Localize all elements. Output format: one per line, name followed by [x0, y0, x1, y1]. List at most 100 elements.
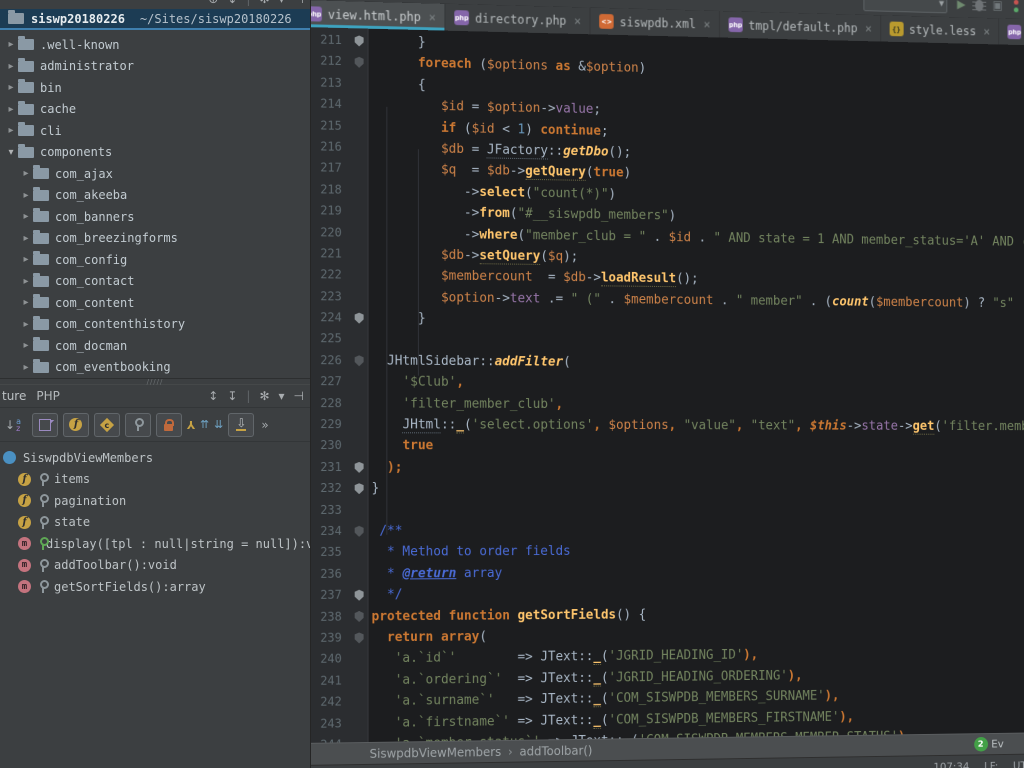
event-log-badge[interactable]: 2: [974, 737, 988, 752]
gutter-marker-icon[interactable]: [355, 632, 364, 643]
file-encoding-indicator[interactable]: UTF: [1013, 759, 1024, 768]
tab-view.html.php[interactable]: phpview.html.php×: [298, 0, 446, 31]
chevron-right-icon[interactable]: ▸: [19, 297, 33, 308]
gutter-marker-icon[interactable]: [355, 355, 364, 366]
code-line[interactable]: 230 true: [298, 435, 1024, 457]
gutter-marker-icon[interactable]: [355, 483, 364, 494]
tree-item-com_content[interactable]: ▸com_content: [0, 292, 310, 314]
chevron-right-icon[interactable]: ▸: [4, 125, 18, 136]
code-editor[interactable]: 211 }212 foreach ($options as &$option)2…: [298, 27, 1024, 743]
tree-item-com_akeeba[interactable]: ▸com_akeeba: [0, 185, 310, 207]
chevron-right-icon[interactable]: ▸: [19, 362, 33, 373]
chevron-right-icon[interactable]: ▸: [4, 82, 18, 93]
tree-item-.well-known[interactable]: ▸.well-known: [0, 34, 310, 56]
structure-member-row[interactable]: fpagination: [0, 490, 310, 512]
chevron-right-icon[interactable]: ▸: [19, 340, 33, 351]
close-icon[interactable]: ×: [865, 21, 872, 35]
code-line[interactable]: 234 /**: [298, 519, 1024, 542]
panel-splitter[interactable]: /////: [0, 378, 310, 385]
refresh-icon[interactable]: ⊕: [208, 0, 218, 6]
tab-directory.php[interactable]: phpdirectory.php×: [446, 4, 591, 34]
chevron-right-icon[interactable]: ▸: [4, 61, 18, 72]
show-supertypes-icon[interactable]: Y: [187, 418, 195, 431]
gear-icon[interactable]: ✻: [259, 389, 269, 403]
coverage-icon[interactable]: ▣: [992, 0, 1002, 14]
expand-all-icon[interactable]: ⇈: [200, 418, 209, 431]
gutter-marker-icon[interactable]: [355, 611, 364, 622]
code-line[interactable]: 231 );: [298, 457, 1024, 479]
collapse-panel-icon[interactable]: ↧: [227, 389, 237, 403]
expand-panel-icon[interactable]: ↕: [208, 389, 218, 403]
tab-tmpl/default.php[interactable]: phptmpl/default.php×: [720, 11, 881, 41]
close-icon[interactable]: ×: [984, 24, 991, 38]
tree-item-com_ajax[interactable]: ▸com_ajax: [0, 163, 310, 185]
tree-item-com_banners[interactable]: ▸com_banners: [0, 206, 310, 228]
structure-member-row[interactable]: fstate: [0, 512, 310, 534]
chevron-right-icon[interactable]: ▸: [19, 211, 33, 222]
close-icon[interactable]: ×: [429, 10, 436, 24]
show-private-button[interactable]: [156, 413, 182, 437]
tree-item-cli[interactable]: ▸cli: [0, 120, 310, 142]
tree-item-components[interactable]: ▾components: [0, 142, 310, 164]
structure-toolbar: ↓ az f c Y ⇈ ⇊ ⇩ »: [0, 408, 310, 442]
overflow-chevron-icon[interactable]: »: [261, 418, 268, 432]
event-log-label[interactable]: Ev: [991, 738, 1003, 751]
run-icon[interactable]: ▶: [957, 0, 966, 13]
chevron-down-icon[interactable]: ▾: [4, 147, 18, 158]
sort-alpha-icon[interactable]: ↓ az: [5, 418, 21, 432]
chevron-right-icon[interactable]: ▸: [19, 168, 33, 179]
gutter-marker-icon[interactable]: [355, 590, 364, 601]
gutter-marker-icon[interactable]: [355, 526, 364, 537]
chevron-right-icon[interactable]: ▸: [19, 190, 33, 201]
gutter-marker-icon[interactable]: [355, 462, 364, 473]
breadcrumb-item[interactable]: SiswpdbViewMembers: [370, 745, 502, 761]
run-config-dropdown[interactable]: ▾: [864, 0, 948, 13]
tab-style.less[interactable]: {}style.less×: [881, 15, 999, 44]
gutter-marker-icon[interactable]: [355, 57, 364, 68]
chevron-right-icon[interactable]: ▸: [19, 254, 33, 265]
hide-panel-icon[interactable]: ⊣: [294, 0, 304, 6]
tree-item-com_eventbooking[interactable]: ▸com_eventbooking: [0, 357, 310, 379]
code-line[interactable]: 229 JHtml::_('select.options', $options,…: [298, 414, 1024, 437]
caret-position[interactable]: 107:34: [933, 760, 969, 768]
chevron-right-icon[interactable]: ▸: [19, 319, 33, 330]
tab-siswpdb.xml[interactable]: <>siswpdb.xml×: [591, 8, 720, 38]
gutter-marker-icon[interactable]: [355, 35, 364, 46]
structure-member-row[interactable]: fitems: [0, 469, 310, 491]
structure-member-row[interactable]: mgetSortFields():array: [0, 576, 310, 598]
close-icon[interactable]: ×: [704, 17, 711, 31]
code-line[interactable]: 233: [298, 499, 1024, 521]
tree-item-com_contact[interactable]: ▸com_contact: [0, 271, 310, 293]
autoscroll-to-source-button[interactable]: ⇩: [228, 413, 254, 437]
gutter-marker-icon[interactable]: [355, 313, 364, 324]
chevron-right-icon[interactable]: ▸: [4, 104, 18, 115]
tree-item-com_config[interactable]: ▸com_config: [0, 249, 310, 271]
tree-item-com_contenthistory[interactable]: ▸com_contenthistory: [0, 314, 310, 336]
tree-item-cache[interactable]: ▸cache: [0, 99, 310, 121]
chevron-right-icon[interactable]: ▸: [19, 276, 33, 287]
show-constants-button[interactable]: c: [94, 413, 120, 437]
chevron-right-icon[interactable]: ▸: [19, 233, 33, 244]
tree-item-bin[interactable]: ▸bin: [0, 77, 310, 99]
code-line[interactable]: 232}: [298, 478, 1024, 499]
debug-icon[interactable]: [975, 0, 983, 11]
show-public-button[interactable]: [125, 413, 151, 437]
chevron-right-icon[interactable]: ▸: [4, 39, 18, 50]
collapse-all-icon[interactable]: ⇊: [214, 418, 223, 431]
hide-panel-icon[interactable]: ⊣: [294, 389, 304, 403]
tree-item-com_docman[interactable]: ▸com_docman: [0, 335, 310, 357]
line-separator-indicator[interactable]: LF:: [984, 760, 998, 768]
tree-item-administrator[interactable]: ▸administrator: [0, 56, 310, 78]
show-fields-button[interactable]: f: [63, 413, 89, 437]
code-line[interactable]: 228 'filter_member_club',: [298, 393, 1024, 417]
collapse-all-icon[interactable]: ↧: [227, 0, 237, 6]
close-icon[interactable]: ×: [574, 14, 581, 28]
breadcrumb-item[interactable]: addToolbar(): [520, 743, 593, 758]
project-root-row[interactable]: siswp20180226 ~/Sites/siswp20180226: [0, 9, 310, 30]
tree-item-com_breezingforms[interactable]: ▸com_breezingforms: [0, 228, 310, 250]
gear-icon[interactable]: ✻: [259, 0, 269, 6]
show-inherited-button[interactable]: [32, 413, 58, 437]
structure-class-row[interactable]: SiswpdbViewMembers: [0, 447, 310, 469]
structure-member-row[interactable]: mdisplay([tpl : null|string = null]):v: [0, 533, 310, 555]
structure-member-row[interactable]: maddToolbar():void: [0, 555, 310, 577]
